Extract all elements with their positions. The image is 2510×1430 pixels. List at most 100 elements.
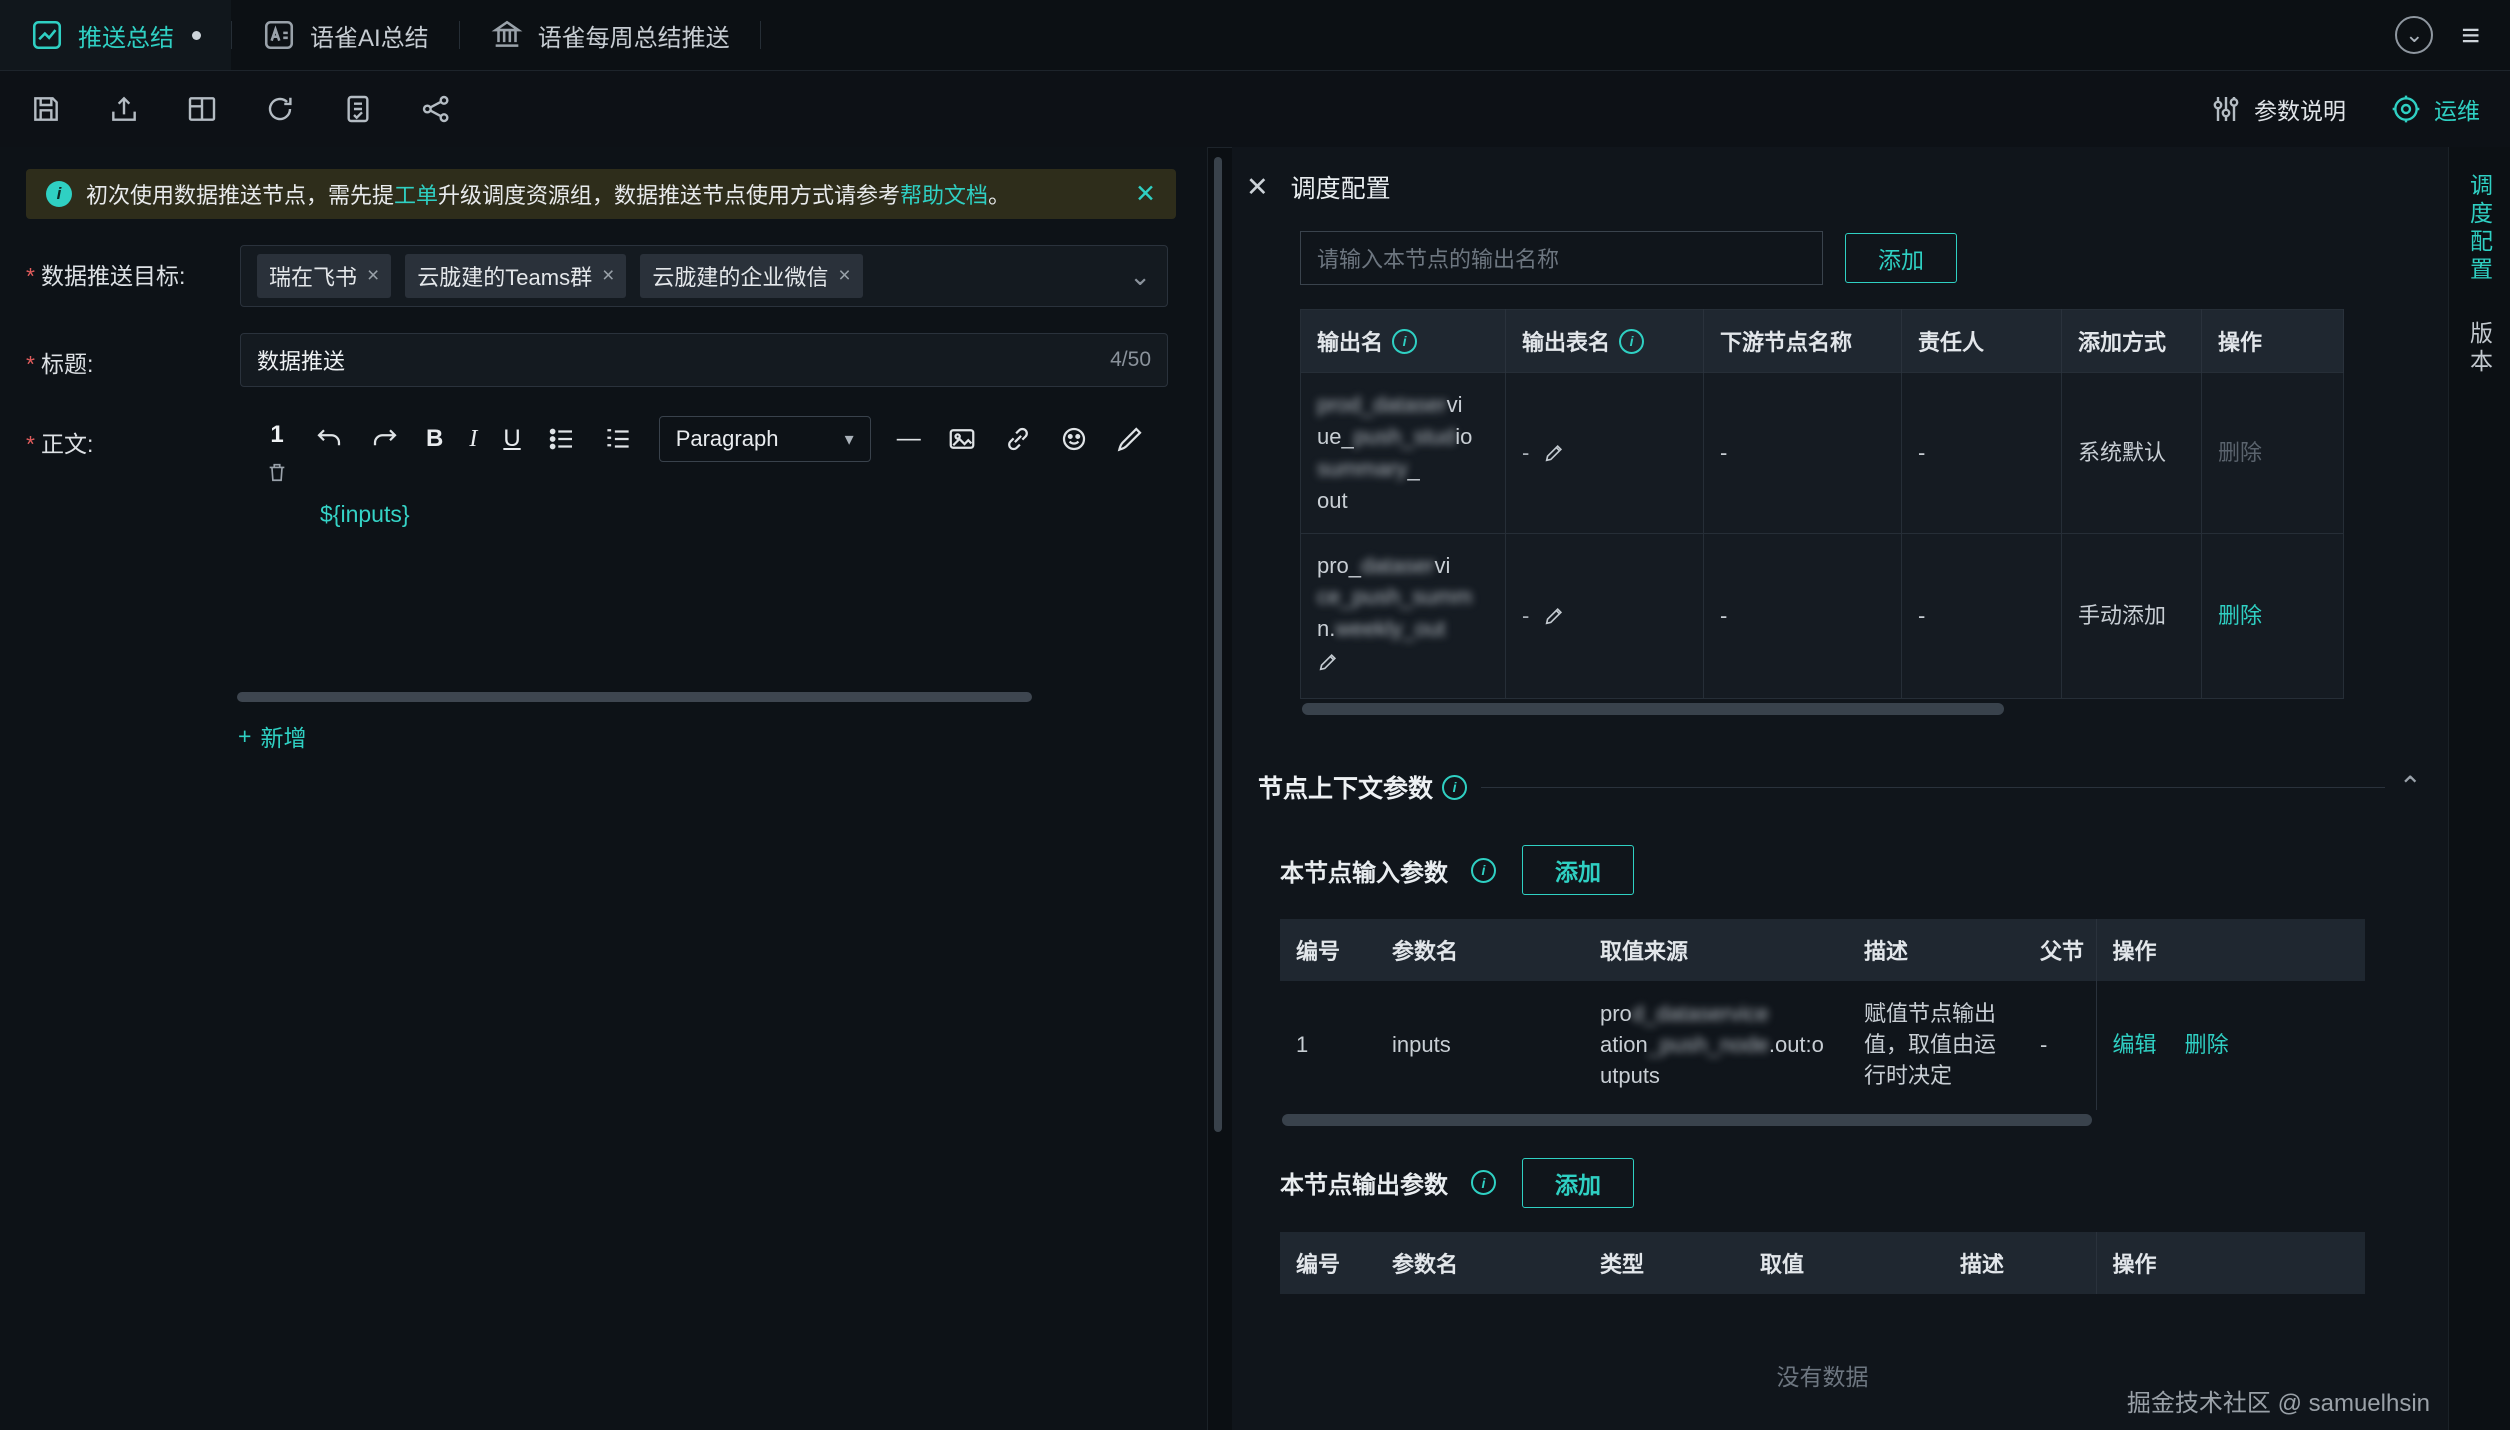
- push-target-select[interactable]: 瑞在飞书× 云胧建的Teams群× 云胧建的企业微信× ⌄: [240, 245, 1168, 307]
- output-name-cell: pro_dataservi ce_push_summ n.weekly_out: [1301, 533, 1506, 699]
- editor-horizontal-scrollbar[interactable]: [237, 692, 1032, 702]
- tab-yuque-ai[interactable]: 语雀AI总结: [232, 0, 459, 70]
- tab-push-summary[interactable]: 推送总结: [0, 0, 231, 70]
- block-number: 1: [270, 421, 283, 449]
- scrollbar-thumb[interactable]: [1282, 1114, 2092, 1126]
- emoji-insert-icon[interactable]: [1059, 424, 1089, 454]
- bold-button[interactable]: B: [426, 427, 443, 451]
- trash-icon[interactable]: [266, 461, 288, 483]
- block-gutter: 1: [240, 413, 314, 528]
- ops-label: 运维: [2434, 92, 2480, 126]
- table-header-row: 编号 参数名 取值来源 描述 父节 操作: [1280, 919, 2365, 981]
- table-header-row: 编号 参数名 类型 取值 描述 操作: [1280, 1232, 2365, 1294]
- add-output-param-button[interactable]: 添加: [1522, 1158, 1634, 1208]
- table-row: prod_dataservi ue_push_studio summary_ o…: [1301, 373, 2344, 534]
- chart-doc-icon: [30, 18, 64, 52]
- add-block-label: 新增: [260, 719, 306, 753]
- add-output-button[interactable]: 添加: [1845, 233, 1957, 283]
- doc-check-icon[interactable]: [342, 93, 374, 125]
- format-toolbar: B I U Paragraph ▾ —: [314, 413, 1180, 465]
- section-title: 节点上下文参数: [1258, 769, 1433, 805]
- add-block-button[interactable]: + 新增: [238, 719, 306, 753]
- italic-button[interactable]: I: [469, 427, 477, 451]
- edit-pencil-icon[interactable]: [1543, 605, 1565, 627]
- info-icon[interactable]: i: [1392, 329, 1417, 354]
- redo-icon[interactable]: [370, 424, 400, 454]
- layout-icon[interactable]: [186, 93, 218, 125]
- underline-button[interactable]: U: [503, 427, 520, 451]
- divider-insert-icon[interactable]: —: [897, 425, 921, 453]
- input-params-table: 编号 参数名 取值来源 描述 父节 操作 1 inputs prod_datas…: [1280, 919, 2365, 1109]
- ops-button[interactable]: 运维: [2390, 92, 2480, 126]
- edit-pencil-icon[interactable]: [1317, 651, 1339, 673]
- highlight-pen-icon[interactable]: [1115, 424, 1145, 454]
- add-input-param-button[interactable]: 添加: [1522, 845, 1634, 895]
- paragraph-style-select[interactable]: Paragraph ▾: [659, 416, 871, 462]
- main-area: i 初次使用数据推送节点，需先提工单升级调度资源组，数据推送节点使用方式请参考帮…: [0, 147, 2510, 1430]
- tag-remove-icon[interactable]: ×: [602, 264, 614, 288]
- char-counter: 4/50: [1110, 348, 1151, 372]
- title-input[interactable]: 数据推送 4/50: [240, 333, 1168, 387]
- ordered-list-icon[interactable]: [603, 424, 633, 454]
- required-asterisk: *: [26, 351, 35, 377]
- tab-list-dropdown-icon[interactable]: ⌄: [2395, 16, 2433, 54]
- paragraph-style-value: Paragraph: [676, 426, 779, 452]
- input-params-title: 本节点输入参数: [1280, 853, 1448, 888]
- caret-down-icon: ▾: [845, 429, 854, 450]
- owner-cell: -: [1902, 373, 2062, 534]
- flow-icon[interactable]: [420, 93, 452, 125]
- undo-icon[interactable]: [314, 424, 344, 454]
- outputs-table-scrollbar: [1300, 703, 2343, 715]
- info-icon[interactable]: i: [1471, 858, 1496, 883]
- banner-close-icon[interactable]: ✕: [1135, 179, 1156, 209]
- output-name-input[interactable]: 请输入本节点的输出名称: [1300, 231, 1823, 285]
- panel-header: ✕ 调度配置: [1232, 147, 2448, 205]
- target-tag: 云胧建的企业微信×: [640, 254, 862, 298]
- toolbar-right: 参数说明 运维: [2210, 92, 2480, 126]
- params-doc-button[interactable]: 参数说明: [2210, 92, 2346, 126]
- tag-remove-icon[interactable]: ×: [367, 264, 379, 288]
- info-icon[interactable]: i: [1619, 329, 1644, 354]
- downstream-cell: -: [1704, 533, 1902, 699]
- edit-link[interactable]: 编辑: [2113, 1032, 2157, 1057]
- rail-item-versions[interactable]: 版本: [2463, 321, 2497, 377]
- delete-link[interactable]: 删除: [2218, 603, 2262, 628]
- body-content[interactable]: ${inputs}: [320, 501, 1180, 528]
- delete-link[interactable]: 删除: [2185, 1032, 2229, 1057]
- help-doc-link[interactable]: 帮助文档: [900, 183, 988, 208]
- close-icon[interactable]: ✕: [1246, 174, 1269, 201]
- bullet-list-icon[interactable]: [547, 424, 577, 454]
- output-params-title: 本节点输出参数: [1280, 1165, 1448, 1200]
- outputs-table: 输出名i 输出表名i 下游节点名称 责任人 添加方式 操作 prod_datas…: [1300, 309, 2344, 699]
- editor-main: B I U Paragraph ▾ —: [314, 413, 1180, 528]
- tab-yuque-weekly[interactable]: 语雀每周总结推送: [460, 0, 760, 70]
- downstream-cell: -: [1704, 373, 1902, 534]
- link-insert-icon[interactable]: [1003, 424, 1033, 454]
- tabbar-actions: ⌄ ≡: [2395, 0, 2510, 70]
- info-icon[interactable]: i: [1471, 1170, 1496, 1195]
- image-insert-icon[interactable]: [947, 424, 977, 454]
- refresh-icon[interactable]: [264, 93, 296, 125]
- tag-remove-icon[interactable]: ×: [838, 264, 850, 288]
- menu-icon[interactable]: ≡: [2461, 19, 2480, 51]
- param-name-cell: inputs: [1376, 981, 1584, 1109]
- scrollbar-thumb[interactable]: [1214, 157, 1222, 1132]
- save-icon[interactable]: [30, 93, 62, 125]
- chevron-down-icon[interactable]: ⌄: [1129, 263, 1151, 289]
- context-params-section: 节点上下文参数 i ⌃: [1258, 769, 2424, 805]
- rail-item-schedule-config[interactable]: 调度配置: [2463, 173, 2497, 285]
- panel-title: 调度配置: [1291, 169, 1391, 205]
- info-icon[interactable]: i: [1442, 775, 1467, 800]
- sliders-icon: [2210, 93, 2242, 125]
- required-asterisk: *: [26, 263, 35, 289]
- rich-text-editor: 1 B I U: [240, 413, 1180, 528]
- edit-pencil-icon[interactable]: [1543, 442, 1565, 464]
- ticket-link[interactable]: 工单: [394, 183, 438, 208]
- submit-icon[interactable]: [108, 93, 140, 125]
- tab-label: 语雀AI总结: [310, 18, 429, 53]
- collapse-icon[interactable]: ⌃: [2399, 779, 2422, 796]
- output-name-cell: prod_dataservi ue_push_studio summary_ o…: [1301, 373, 1506, 534]
- scrollbar-thumb[interactable]: [1302, 703, 2004, 715]
- table-row: pro_dataservi ce_push_summ n.weekly_out …: [1301, 533, 2344, 699]
- ai-doc-icon: [262, 18, 296, 52]
